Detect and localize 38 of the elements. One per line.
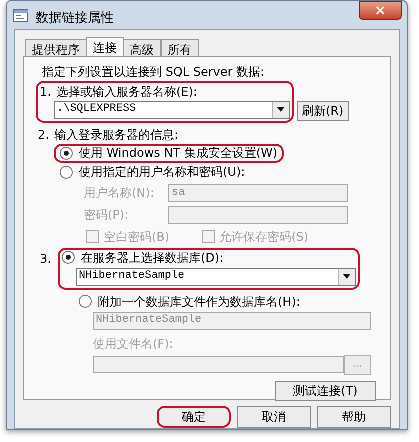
- server-combo-box[interactable]: .\SQLEXPRESS: [54, 100, 290, 118]
- refresh-button[interactable]: 刷新(R): [297, 100, 349, 120]
- dialog-button[interactable]: 确定: [157, 406, 231, 428]
- dropdown-button[interactable]: [272, 102, 289, 118]
- database-combo-box[interactable]: NHibernateSample: [76, 268, 356, 286]
- tab[interactable]: 连接: [86, 36, 124, 56]
- field-label: 使用文件名(F):: [93, 336, 174, 352]
- radio-label: 使用指定的用户名称和密码(U):: [79, 164, 246, 181]
- field-label: 用户名称(N):: [84, 184, 156, 202]
- tab[interactable]: 高级: [123, 38, 161, 56]
- window-title: 数据链接属性: [36, 10, 114, 28]
- step-number: 1.: [40, 84, 52, 100]
- field-label: 输入登录服务器的信息:: [54, 126, 178, 144]
- step-number: 2.: [38, 126, 50, 144]
- radio-button[interactable]: [79, 295, 92, 308]
- checkbox-label: 空白密码(B): [104, 228, 170, 246]
- password-field[interactable]: [168, 206, 348, 224]
- dropdown-button[interactable]: [338, 268, 355, 284]
- step-number: 3.: [39, 250, 52, 268]
- intro-text: 指定下列设置以连接到 SQL Server 数据:: [42, 64, 266, 80]
- caret-icon: [277, 107, 285, 112]
- radio-label: 使用 Windows NT 集成安全设置(W): [79, 145, 278, 162]
- combo-value: .\SQLEXPRESS: [56, 102, 138, 118]
- radio-label: 在服务器上选择数据库(D):: [81, 250, 224, 266]
- dialog-button[interactable]: 帮助: [317, 406, 391, 428]
- caret-icon: [343, 274, 351, 279]
- field-label: 密码(P):: [84, 206, 130, 224]
- tab[interactable]: 所有: [161, 38, 199, 56]
- file-name-field[interactable]: [93, 356, 344, 373]
- checkbox-label: 允许保存密码(S): [220, 228, 309, 246]
- field-label: 选择或输入服务器名称(E):: [56, 84, 198, 100]
- field-value: NHibernateSample: [78, 269, 186, 284]
- radio-button[interactable]: [62, 251, 75, 264]
- test-connection-button[interactable]: 测试连接(T): [275, 380, 376, 400]
- radio-label: 附加一个数据库文件作为数据库名(H):: [98, 294, 300, 310]
- window-app-icon: [13, 8, 29, 24]
- tab[interactable]: 提供程序: [25, 38, 87, 56]
- dialog-button[interactable]: 取消: [237, 406, 311, 428]
